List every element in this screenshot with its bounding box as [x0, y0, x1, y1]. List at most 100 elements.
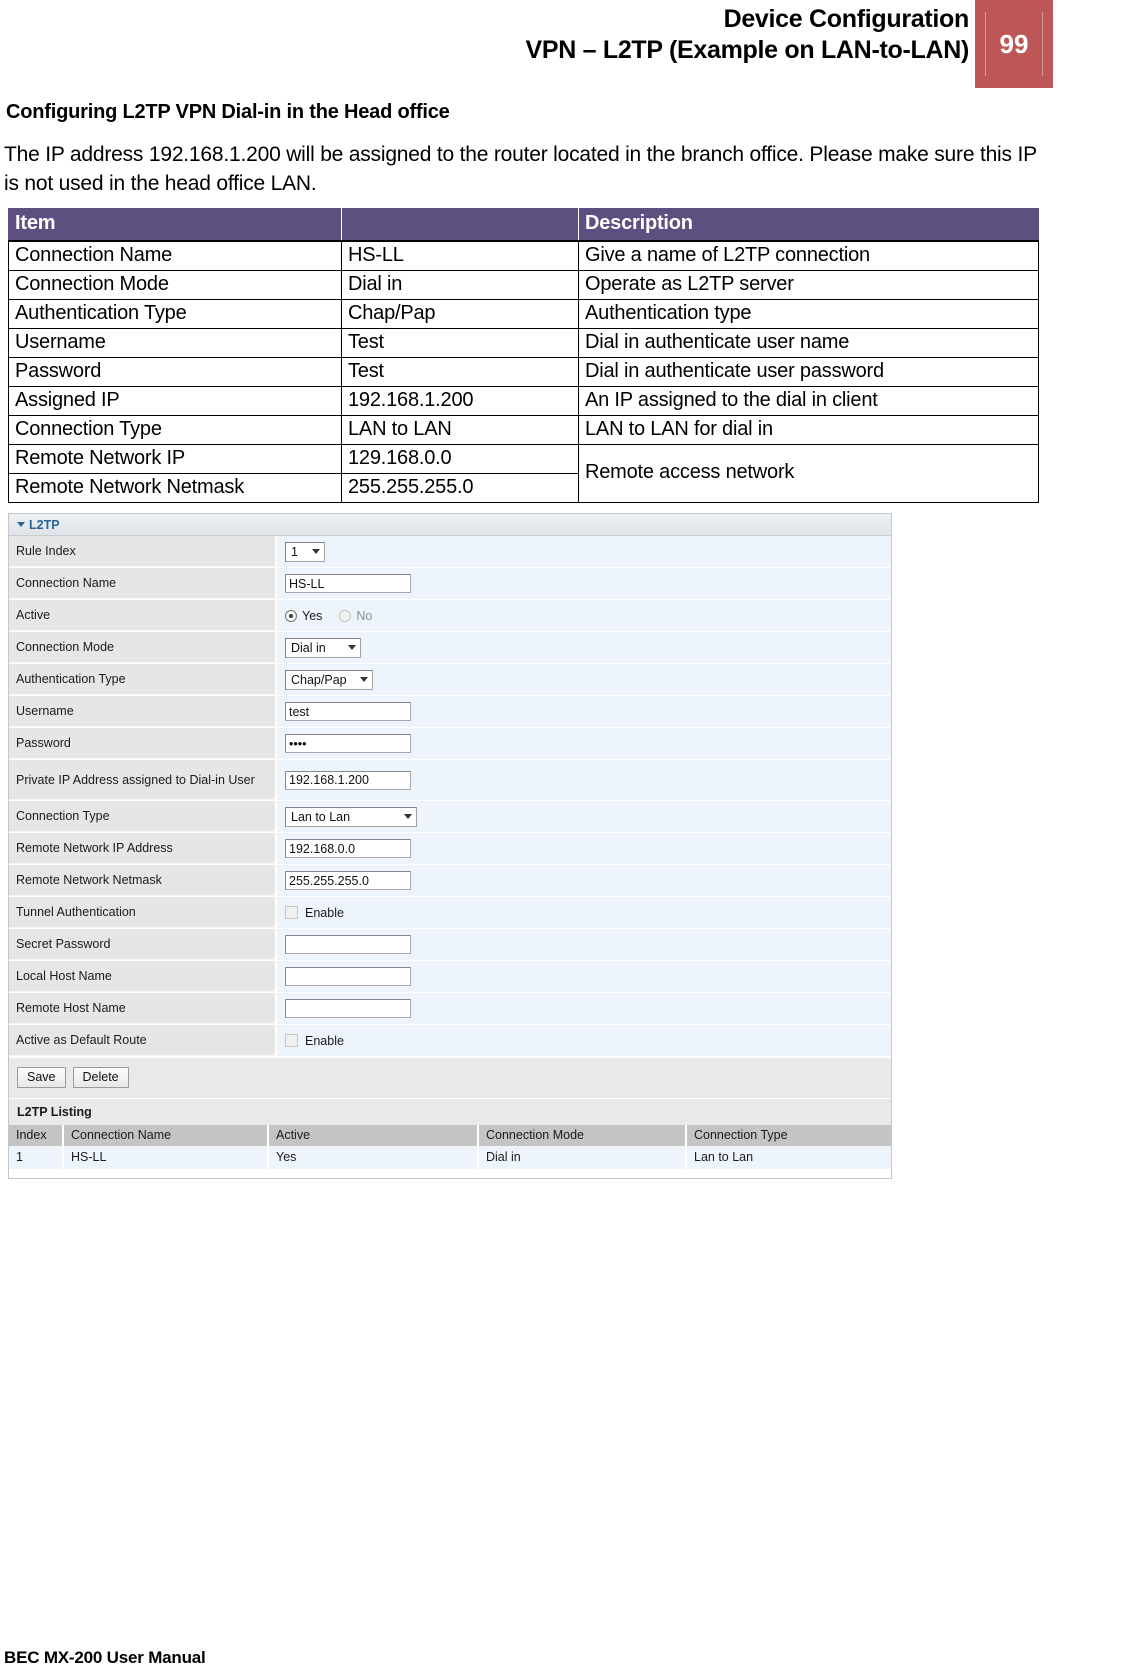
- remote-host-name-input[interactable]: [285, 999, 411, 1018]
- label-connection-name: Connection Name: [9, 568, 277, 599]
- connection-mode-value: Dial in: [291, 640, 326, 655]
- active-yes-radio[interactable]: [285, 609, 297, 622]
- badge-rule-right: [1042, 12, 1043, 76]
- rule-index-select[interactable]: 1: [285, 541, 325, 562]
- label-rule-index: Rule Index: [9, 536, 277, 567]
- field-row-authentication-type: Authentication Type Chap/Pap: [9, 664, 891, 696]
- spec-item: Username: [8, 328, 342, 358]
- field-row-remote-ip: Remote Network IP Address: [9, 833, 891, 865]
- private-ip-input[interactable]: [285, 770, 411, 790]
- spec-desc: Dial in authenticate user name: [578, 328, 1039, 358]
- secret-password-input[interactable]: [285, 935, 411, 954]
- label-remote-ip: Remote Network IP Address: [9, 833, 277, 864]
- chevron-down-icon: [312, 549, 320, 554]
- connection-mode-select[interactable]: Dial in: [285, 637, 361, 658]
- listing-col-mode: Connection Mode: [479, 1125, 687, 1146]
- connection-type-select[interactable]: Lan to Lan: [285, 806, 417, 827]
- field-row-rule-index: Rule Index 1: [9, 536, 891, 568]
- delete-button[interactable]: Delete: [72, 1067, 129, 1088]
- listing-cell-mode: Dial in: [479, 1146, 687, 1169]
- field-row-active: Active Yes No: [9, 600, 891, 632]
- active-no-label: No: [356, 608, 373, 623]
- tunnel-authentication-checkbox[interactable]: [285, 906, 298, 919]
- remote-netmask-input[interactable]: [285, 871, 411, 890]
- spec-value: HS-LL: [341, 240, 579, 271]
- label-remote-netmask: Remote Network Netmask: [9, 865, 277, 896]
- listing-col-name: Connection Name: [64, 1125, 269, 1146]
- panel-title-label: L2TP: [29, 517, 60, 532]
- table-row: Authentication Type Chap/Pap Authenticat…: [8, 299, 1039, 329]
- listing-col-type: Connection Type: [687, 1125, 891, 1146]
- label-local-host-name: Local Host Name: [9, 961, 277, 992]
- spec-item: Authentication Type: [8, 299, 342, 329]
- chevron-down-icon: [404, 814, 412, 819]
- label-active: Active: [9, 600, 277, 631]
- rule-index-value: 1: [291, 544, 298, 559]
- header-title-line2: VPN – L2TP (Example on LAN-to-LAN): [525, 36, 969, 64]
- listing-cell-active: Yes: [269, 1146, 479, 1169]
- spec-col-value: [341, 208, 579, 242]
- spec-value: 255.255.255.0: [341, 473, 579, 503]
- authentication-type-select[interactable]: Chap/Pap: [285, 669, 373, 690]
- default-route-enable-label: Enable: [305, 1033, 344, 1048]
- username-input[interactable]: [285, 702, 411, 721]
- page-number: 99: [999, 28, 1029, 59]
- page-number-badge: 99: [975, 0, 1053, 88]
- label-authentication-type: Authentication Type: [9, 664, 277, 695]
- active-yes-label: Yes: [302, 608, 323, 623]
- remote-ip-input[interactable]: [285, 839, 411, 858]
- table-row: Password Test Dial in authenticate user …: [8, 357, 1039, 387]
- label-connection-mode: Connection Mode: [9, 632, 277, 663]
- spec-value: Chap/Pap: [341, 299, 579, 329]
- label-private-ip: Private IP Address assigned to Dial-in U…: [9, 760, 277, 800]
- table-row[interactable]: 1 HS-LL Yes Dial in Lan to Lan: [9, 1146, 891, 1169]
- panel-title-bar[interactable]: L2TP: [9, 514, 891, 536]
- header-title-block: Device Configuration VPN – L2TP (Example…: [525, 4, 969, 66]
- authentication-type-value: Chap/Pap: [291, 672, 347, 687]
- badge-rule-left: [985, 12, 986, 76]
- field-row-secret-password: Secret Password: [9, 929, 891, 961]
- tunnel-authentication-enable-label: Enable: [305, 905, 344, 920]
- spec-table: Item Description Connection Name HS-LL G…: [8, 208, 1039, 503]
- chevron-down-icon: [360, 677, 368, 682]
- field-row-default-route: Active as Default Route Enable: [9, 1025, 891, 1057]
- spec-desc: Operate as L2TP server: [578, 270, 1039, 300]
- password-input[interactable]: [285, 734, 411, 753]
- label-username: Username: [9, 696, 277, 727]
- spec-item: Remote Network Netmask: [8, 473, 342, 503]
- section-heading: Configuring L2TP VPN Dial-in in the Head…: [6, 101, 450, 123]
- field-row-connection-mode: Connection Mode Dial in: [9, 632, 891, 664]
- field-row-tunnel-authentication: Tunnel Authentication Enable: [9, 897, 891, 929]
- connection-name-input[interactable]: [285, 574, 411, 593]
- spec-desc: Dial in authenticate user password: [578, 357, 1039, 387]
- page-header: Device Configuration VPN – L2TP (Example…: [0, 0, 1127, 88]
- listing-col-active: Active: [269, 1125, 479, 1146]
- spec-desc: Authentication type: [578, 299, 1039, 329]
- spec-desc: LAN to LAN for dial in: [578, 415, 1039, 445]
- spec-item: Connection Mode: [8, 270, 342, 300]
- l2tp-config-panel: L2TP Rule Index 1 Connection Name Active…: [8, 513, 892, 1179]
- page-footer: BEC MX-200 User Manual: [4, 1648, 206, 1667]
- spec-desc: Give a name of L2TP connection: [578, 240, 1039, 271]
- listing-cell-index: 1: [9, 1146, 64, 1169]
- field-row-remote-host-name: Remote Host Name: [9, 993, 891, 1025]
- field-row-remote-netmask: Remote Network Netmask: [9, 865, 891, 897]
- spec-col-description: Description: [578, 208, 1039, 242]
- table-row: Assigned IP 192.168.1.200 An IP assigned…: [8, 386, 1039, 416]
- listing-cell-name: HS-LL: [64, 1146, 269, 1169]
- spec-value: LAN to LAN: [341, 415, 579, 445]
- connection-type-value: Lan to Lan: [291, 809, 351, 824]
- table-row: Connection Type LAN to LAN LAN to LAN fo…: [8, 415, 1039, 445]
- spec-value: Test: [341, 357, 579, 387]
- spec-desc: An IP assigned to the dial in client: [578, 386, 1039, 416]
- label-password: Password: [9, 728, 277, 759]
- header-title-line1: Device Configuration: [723, 5, 970, 33]
- local-host-name-input[interactable]: [285, 967, 411, 986]
- chevron-down-icon[interactable]: [17, 522, 25, 527]
- label-tunnel-authentication: Tunnel Authentication: [9, 897, 277, 928]
- active-no-radio[interactable]: [339, 609, 352, 622]
- save-button[interactable]: Save: [17, 1067, 66, 1088]
- spec-item: Password: [8, 357, 342, 387]
- table-row: Username Test Dial in authenticate user …: [8, 328, 1039, 358]
- default-route-checkbox[interactable]: [285, 1034, 298, 1047]
